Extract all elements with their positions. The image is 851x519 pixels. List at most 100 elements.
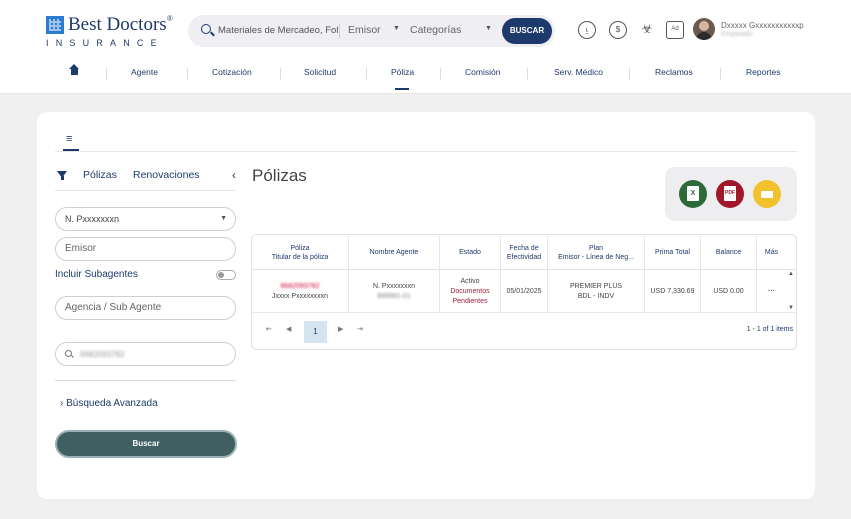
agent-select-value: N. Pxxxxxxxn <box>65 214 120 224</box>
pdf-label: PDF <box>724 186 736 201</box>
plan-name: PREMIER PLUS <box>569 282 623 290</box>
scope-dropdown[interactable]: Emisor <box>348 24 381 36</box>
page-title: Pólizas <box>252 166 307 185</box>
search-input[interactable]: Materiales de Mercadeo, Foll <box>218 25 341 36</box>
divider <box>55 380 236 381</box>
table-row[interactable]: 6682093782 Jxxxx Pxxxxxxxxn N. Pxxxxxxxn… <box>252 270 796 313</box>
ad-icon[interactable]: Ad <box>666 21 684 39</box>
search-button[interactable]: BUSCAR <box>502 18 552 44</box>
filter-icon <box>57 171 67 180</box>
advanced-search-label: Búsqueda Avanzada <box>66 398 158 409</box>
category-dropdown[interactable]: Categorías <box>410 24 461 36</box>
cell-status: Activo Documentos Pendientes <box>439 270 500 313</box>
status-note[interactable]: Documentos <box>450 287 489 297</box>
chevron-down-icon: ▼ <box>220 215 227 222</box>
brand-name: Best Doctors <box>68 14 167 35</box>
col-header-agente[interactable]: Nombre Agente <box>348 235 439 270</box>
scroll-down-icon[interactable]: ▼ <box>788 305 794 311</box>
col-header-poliza[interactable]: Póliza Titular de la póliza <box>252 235 348 270</box>
chevron-down-icon[interactable]: ⌄ <box>797 22 804 31</box>
divider <box>440 68 441 80</box>
user-role: Empleado <box>721 31 753 38</box>
policy-search-input[interactable]: 6682093782 <box>55 342 236 366</box>
home-icon[interactable] <box>69 64 79 76</box>
nav-solicitud[interactable]: Solicitud <box>304 67 336 77</box>
divider <box>106 68 107 80</box>
divider <box>366 68 367 80</box>
col-header-plan[interactable]: Plan Emisor - Línea de Neg... <box>547 235 644 270</box>
nav-reclamos[interactable]: Reclamos <box>655 67 693 77</box>
divider <box>55 190 236 191</box>
divider <box>629 68 630 80</box>
excel-label: X <box>687 186 699 201</box>
last-page-icon[interactable]: ⇥ <box>357 325 363 333</box>
first-page-icon[interactable]: ⇤ <box>266 325 272 333</box>
more-actions-button[interactable]: ··· <box>756 270 786 313</box>
nav-active-indicator <box>395 88 409 90</box>
brand-reg: ® <box>166 14 173 23</box>
agency-field[interactable]: Agencia / Sub Agente <box>55 296 236 320</box>
cell-balance: USD 0.00 <box>700 270 756 313</box>
advanced-search-toggle[interactable]: › Búsqueda Avanzada <box>60 398 158 409</box>
col-header-fecha[interactable]: Fecha de Efectividad <box>500 235 547 270</box>
status-note[interactable]: Pendientes <box>452 297 487 307</box>
divider <box>280 68 281 80</box>
dollar-icon[interactable]: $ <box>609 21 627 39</box>
prev-page-icon[interactable]: ◀ <box>286 325 291 333</box>
policy-holder: Jxxxx Pxxxxxxxxn <box>271 292 328 300</box>
divider <box>187 68 188 80</box>
divider <box>720 68 721 80</box>
export-toolbar: X PDF <box>665 167 797 221</box>
brand-logo[interactable]: Best Doctors® INSURANCE <box>46 14 176 50</box>
cell-policy[interactable]: 6682093782 Jxxxx Pxxxxxxxxn <box>252 270 348 313</box>
divider <box>55 151 797 152</box>
plan-line: BDL - INDV <box>577 292 615 300</box>
cell-effective-date: 05/01/2025 <box>500 270 547 313</box>
tab-renovaciones[interactable]: Renovaciones <box>133 169 200 181</box>
agent-code: 888881-01 <box>377 292 411 300</box>
tab-polizas[interactable]: Pólizas <box>83 169 117 181</box>
nav-comision[interactable]: Comisión <box>465 67 500 77</box>
nav-poliza[interactable]: Póliza <box>391 67 414 77</box>
cell-premium: USD 7,330.69 <box>644 270 700 313</box>
scroll-up-icon[interactable]: ▲ <box>788 271 794 277</box>
nav-cotizacion[interactable]: Cotización <box>212 67 252 77</box>
policy-number[interactable]: 6682093782 <box>281 282 320 292</box>
nav-serv-medico[interactable]: Serv. Médico <box>554 67 603 77</box>
page-current[interactable]: 1 <box>304 321 327 343</box>
excel-export-icon[interactable]: X <box>679 180 707 208</box>
next-page-icon[interactable]: ▶ <box>338 325 343 333</box>
user-name[interactable]: Dxxxxx Gxxxxxxxxxxxn <box>721 21 804 30</box>
nav-agente[interactable]: Agente <box>131 67 158 77</box>
avatar[interactable] <box>693 18 715 40</box>
issuer-field[interactable]: Emisor <box>55 237 236 261</box>
col-header-balance[interactable]: Balance <box>700 235 756 270</box>
chevron-down-icon: ▼ <box>393 25 400 32</box>
nav-reportes[interactable]: Reportes <box>746 67 781 77</box>
subagents-toggle[interactable] <box>216 270 236 280</box>
search-icon <box>201 24 211 34</box>
chevron-left-icon[interactable]: ‹ <box>232 168 236 182</box>
col-header-estado[interactable]: Estado <box>439 235 500 270</box>
status-text: Activo <box>460 277 480 285</box>
top-bar: Best Doctors® INSURANCE Materiales de Me… <box>0 0 851 94</box>
pdf-export-icon[interactable]: PDF <box>716 180 744 208</box>
bell-icon[interactable]: ⍸ <box>578 21 596 39</box>
cell-agent: N. Pxxxxxxxn 888881-01 <box>348 270 439 313</box>
table-header: Póliza Titular de la póliza Nombre Agente… <box>252 235 796 270</box>
pager-info: 1 - 1 of 1 items <box>746 326 793 333</box>
global-search: Materiales de Mercadeo, Foll Emisor ▼ Ca… <box>188 15 555 47</box>
col-header-prima[interactable]: Prima Total <box>644 235 700 270</box>
print-icon[interactable] <box>753 180 781 208</box>
pager: ⇤ ◀ 1 ▶ ⇥ 1 - 1 of 1 items <box>252 313 796 349</box>
agent-select[interactable]: N. Pxxxxxxxn ▼ <box>55 207 236 231</box>
agent-name: N. Pxxxxxxxn <box>372 282 415 290</box>
brand-sub: INSURANCE <box>46 38 164 48</box>
graduation-cap-icon[interactable]: ☣ <box>638 21 656 39</box>
menu-icon[interactable]: ≡ <box>66 133 72 145</box>
policy-search-value: 6682093782 <box>80 350 125 359</box>
search-submit-button[interactable]: Buscar <box>55 430 237 458</box>
subagents-label: Incluir Subagentes <box>55 269 138 280</box>
policies-table: Póliza Titular de la póliza Nombre Agente… <box>251 234 797 350</box>
cell-plan: PREMIER PLUS BDL - INDV <box>547 270 644 313</box>
